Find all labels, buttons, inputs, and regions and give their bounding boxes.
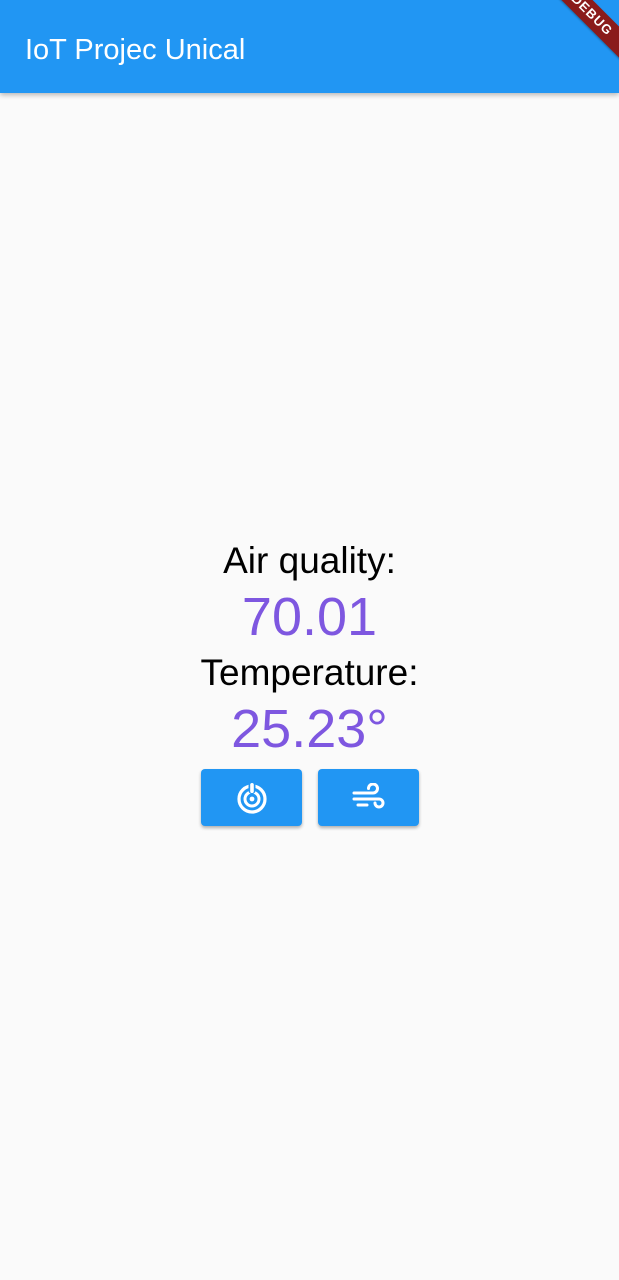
temperature-value: 25.23° [231, 699, 388, 759]
sensor-readings: Air quality: 70.01 Temperature: 25.23° [0, 535, 619, 759]
wind-icon [352, 782, 384, 808]
sensor-button[interactable] [201, 769, 302, 826]
temperature-label: Temperature: [200, 652, 419, 693]
ventilation-button[interactable] [318, 769, 419, 826]
air-quality-value: 70.01 [241, 587, 378, 647]
power-target-icon [236, 781, 267, 814]
app-title: IoT Projec Unical [25, 34, 246, 66]
action-buttons [0, 769, 619, 826]
air-quality-label: Air quality: [223, 540, 396, 581]
app-bar: IoT Projec Unical [0, 0, 619, 93]
